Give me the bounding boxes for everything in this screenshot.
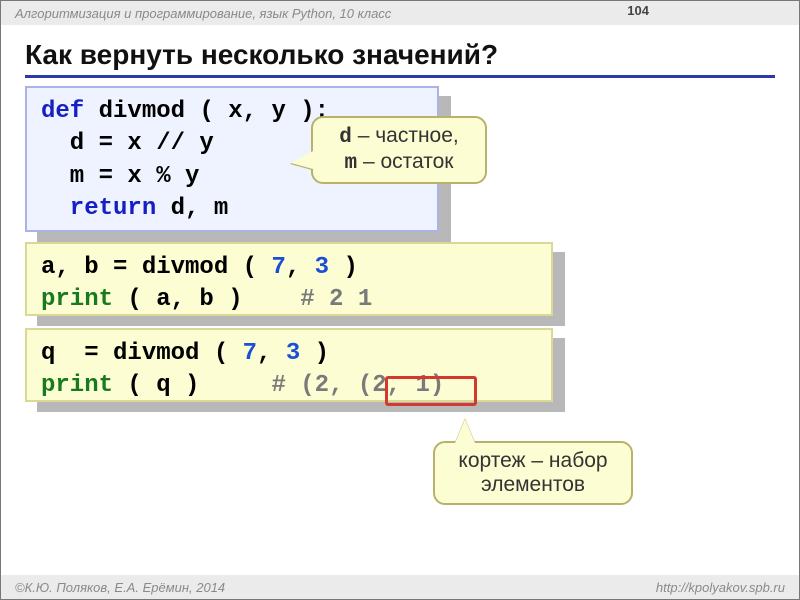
code-panel: a, b = divmod ( 7, 3 ) print ( a, b ) # … (25, 242, 553, 316)
site-label: http://kpolyakov.spb.ru (656, 580, 785, 595)
kw-print: print (41, 286, 113, 313)
kw-return: return (41, 195, 156, 222)
title-rule (25, 75, 775, 78)
kw-def: def (41, 98, 84, 125)
author-label: ©К.Ю. Поляков, Е.А. Ерёмин, 2014 (15, 580, 225, 595)
slide-footer: ©К.Ю. Поляков, Е.А. Ерёмин, 2014 http://… (1, 575, 799, 599)
callout-dm: d – частное, m – остаток (311, 116, 487, 184)
tuple-highlight (385, 376, 477, 406)
slide-title: Как вернуть несколько значений? (25, 39, 775, 71)
course-label: Алгоритмизация и программирование, язык … (15, 6, 391, 21)
kw-print: print (41, 372, 113, 399)
code-text: a, b = divmod ( 7, 3 ) print ( a, b ) # … (27, 244, 551, 325)
callout-tuple: кортеж – набор элементов (433, 441, 633, 505)
slide: Алгоритмизация и программирование, язык … (0, 0, 800, 600)
callout-pointer (455, 419, 475, 443)
callout-pointer (291, 151, 313, 169)
code-block-call1: a, b = divmod ( 7, 3 ) print ( a, b ) # … (25, 242, 553, 316)
slide-header: Алгоритмизация и программирование, язык … (1, 1, 799, 25)
page-number: 104 (627, 3, 649, 18)
